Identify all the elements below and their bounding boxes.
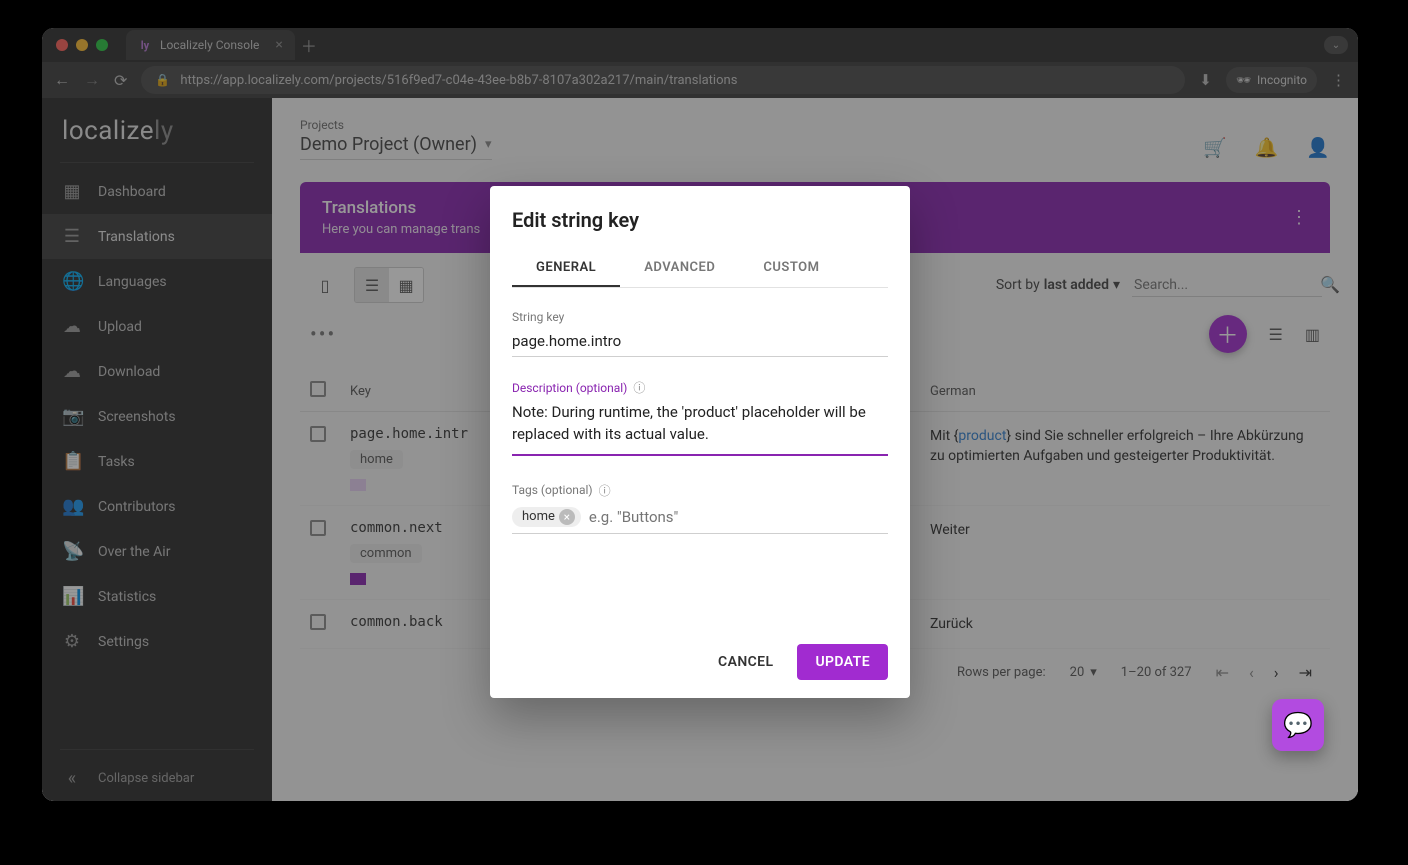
- description-label: Description (optional)ⓘ: [512, 379, 888, 396]
- chat-fab[interactable]: 💬: [1272, 699, 1324, 751]
- tags-input[interactable]: [589, 508, 888, 526]
- cancel-button[interactable]: CANCEL: [712, 644, 779, 680]
- help-icon[interactable]: ⓘ: [633, 379, 645, 396]
- chat-icon: 💬: [1283, 711, 1313, 739]
- edit-string-modal: Edit string key GENERAL ADVANCED CUSTOM …: [490, 186, 910, 698]
- string-key-label: String key: [512, 310, 888, 324]
- tab-advanced[interactable]: ADVANCED: [620, 250, 739, 287]
- update-button[interactable]: UPDATE: [797, 644, 888, 680]
- tag-chip[interactable]: home×: [512, 507, 581, 527]
- remove-tag-icon[interactable]: ×: [559, 509, 575, 525]
- tab-general[interactable]: GENERAL: [512, 250, 620, 287]
- modal-title: Edit string key: [512, 208, 888, 232]
- tags-label: Tags (optional)ⓘ: [512, 482, 888, 499]
- help-icon[interactable]: ⓘ: [599, 482, 611, 499]
- modal-tabs: GENERAL ADVANCED CUSTOM: [512, 250, 888, 288]
- string-key-input[interactable]: [512, 328, 888, 357]
- description-input[interactable]: [512, 400, 888, 456]
- tab-custom[interactable]: CUSTOM: [739, 250, 843, 287]
